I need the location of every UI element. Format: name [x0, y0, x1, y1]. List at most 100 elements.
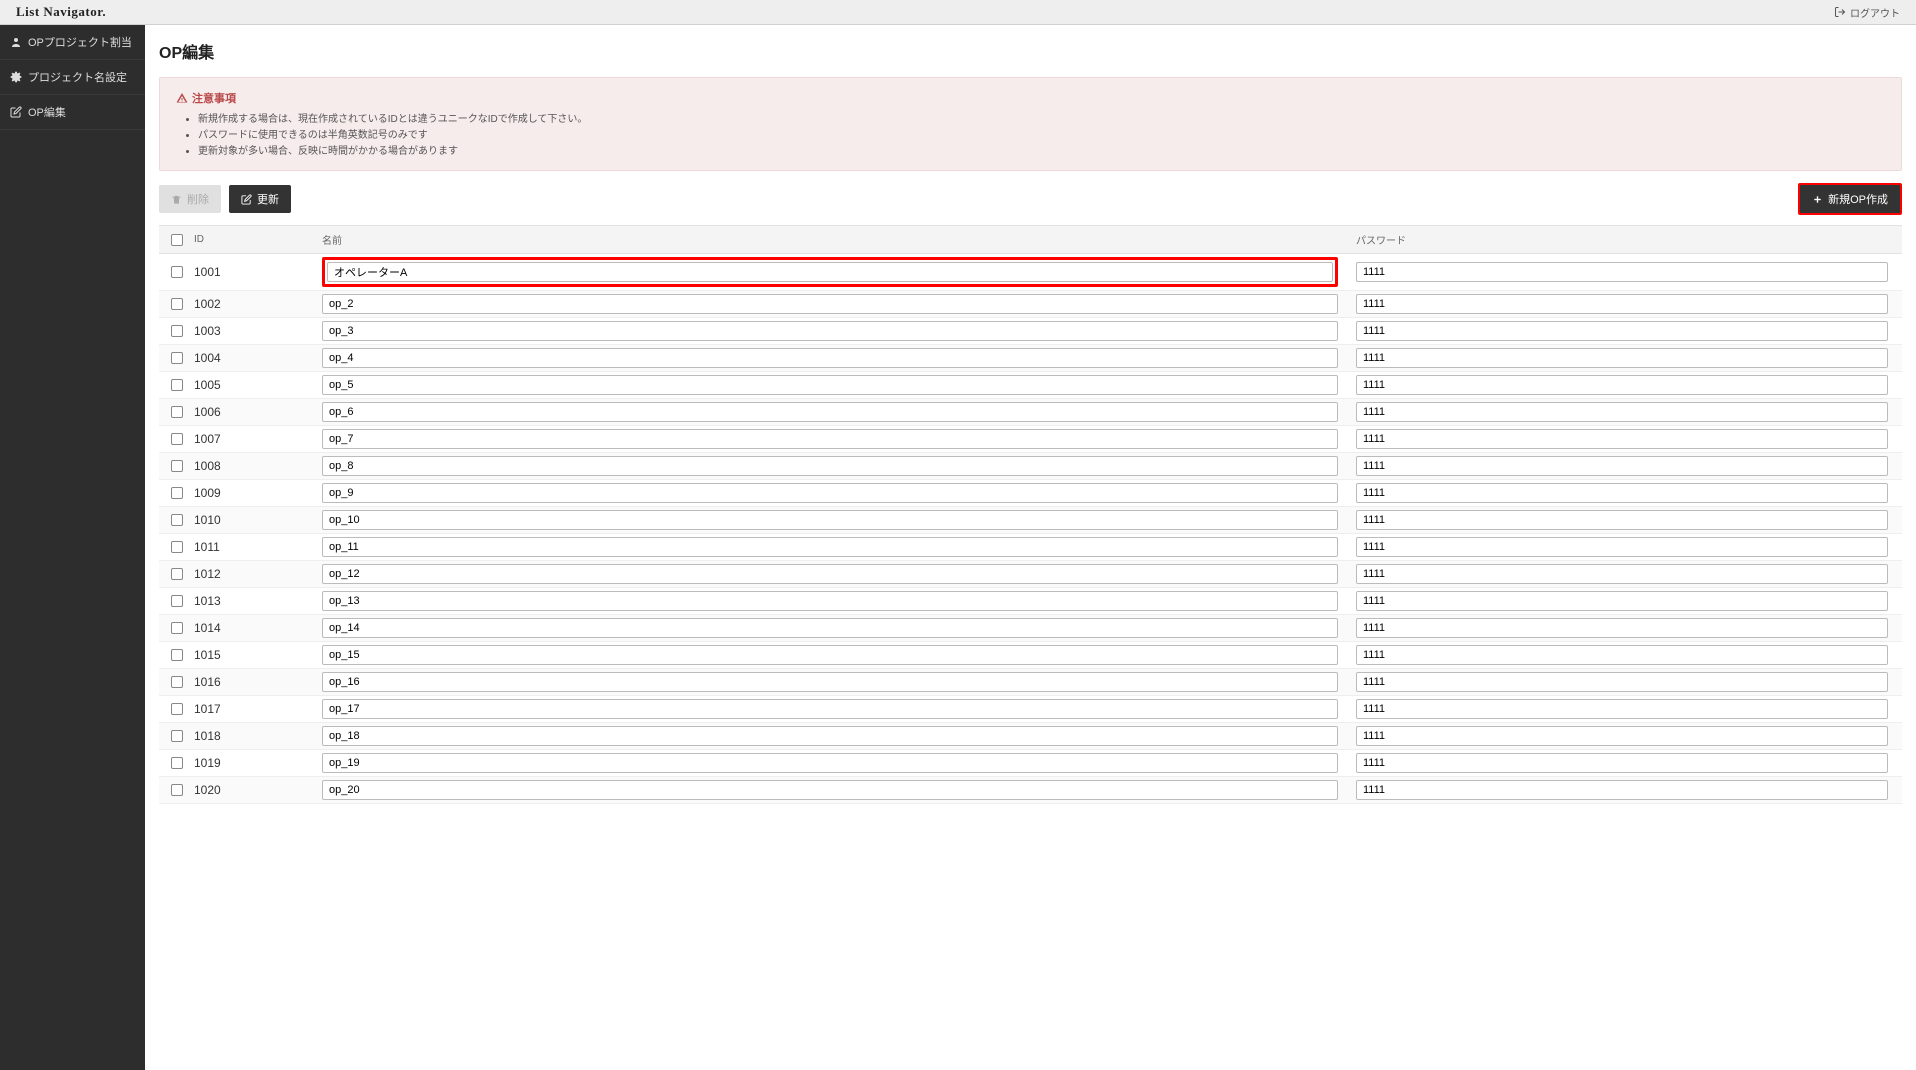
- sidebar-item-op-edit[interactable]: OP編集: [0, 95, 145, 130]
- password-input[interactable]: [1356, 672, 1888, 692]
- table-row: 1016: [159, 669, 1902, 696]
- sidebar: OPプロジェクト割当 プロジェクト名設定 OP編集: [0, 25, 145, 1070]
- password-input[interactable]: [1356, 645, 1888, 665]
- trash-icon: [171, 194, 182, 205]
- row-checkbox[interactable]: [171, 266, 183, 278]
- row-id: 1017: [194, 702, 322, 716]
- table-row: 1005: [159, 372, 1902, 399]
- row-checkbox[interactable]: [171, 649, 183, 661]
- create-op-button[interactable]: 新規OP作成: [1798, 183, 1902, 215]
- row-checkbox[interactable]: [171, 460, 183, 472]
- delete-button[interactable]: 削除: [159, 185, 221, 213]
- name-input[interactable]: [322, 456, 1338, 476]
- table-row: 1009: [159, 480, 1902, 507]
- row-checkbox[interactable]: [171, 325, 183, 337]
- password-input[interactable]: [1356, 375, 1888, 395]
- row-id: 1004: [194, 351, 322, 365]
- password-input[interactable]: [1356, 780, 1888, 800]
- name-input[interactable]: [322, 510, 1338, 530]
- row-checkbox[interactable]: [171, 784, 183, 796]
- row-checkbox[interactable]: [171, 298, 183, 310]
- table-row: 1011: [159, 534, 1902, 561]
- name-input[interactable]: [322, 321, 1338, 341]
- password-input[interactable]: [1356, 483, 1888, 503]
- toolbar: 削除 更新 新規OP作成: [159, 183, 1902, 215]
- name-input[interactable]: [322, 564, 1338, 584]
- password-input[interactable]: [1356, 321, 1888, 341]
- alert-title-row: 注意事項: [176, 90, 1885, 106]
- row-checkbox[interactable]: [171, 514, 183, 526]
- table-row: 1003: [159, 318, 1902, 345]
- main-content: OP編集 注意事項 新規作成する場合は、現在作成されているIDとは違うユニークな…: [145, 25, 1916, 1070]
- password-input[interactable]: [1356, 618, 1888, 638]
- row-checkbox[interactable]: [171, 703, 183, 715]
- password-input[interactable]: [1356, 429, 1888, 449]
- password-input[interactable]: [1356, 564, 1888, 584]
- password-input[interactable]: [1356, 591, 1888, 611]
- password-input[interactable]: [1356, 537, 1888, 557]
- table-row: 1015: [159, 642, 1902, 669]
- password-input[interactable]: [1356, 456, 1888, 476]
- row-id: 1018: [194, 729, 322, 743]
- name-input[interactable]: [322, 348, 1338, 368]
- name-input[interactable]: [322, 483, 1338, 503]
- password-input[interactable]: [1356, 699, 1888, 719]
- sidebar-item-op-project-assign[interactable]: OPプロジェクト割当: [0, 25, 145, 60]
- table-row: 1014: [159, 615, 1902, 642]
- row-id: 1011: [194, 540, 322, 554]
- row-checkbox[interactable]: [171, 433, 183, 445]
- sidebar-item-label: OP編集: [28, 104, 66, 120]
- password-input[interactable]: [1356, 262, 1888, 282]
- name-input[interactable]: [322, 699, 1338, 719]
- name-input[interactable]: [322, 726, 1338, 746]
- password-input[interactable]: [1356, 726, 1888, 746]
- name-input[interactable]: [322, 618, 1338, 638]
- name-input[interactable]: [327, 262, 1333, 282]
- name-input[interactable]: [322, 537, 1338, 557]
- topbar: List Navigator. ログアウト: [0, 0, 1916, 25]
- name-input[interactable]: [322, 645, 1338, 665]
- sidebar-item-label: プロジェクト名設定: [28, 69, 127, 85]
- table-row: 1010: [159, 507, 1902, 534]
- password-input[interactable]: [1356, 348, 1888, 368]
- alert-line: 更新対象が多い場合、反映に時間がかかる場合があります: [198, 144, 1885, 160]
- update-button[interactable]: 更新: [229, 185, 291, 213]
- row-checkbox[interactable]: [171, 622, 183, 634]
- name-input[interactable]: [322, 294, 1338, 314]
- name-input[interactable]: [322, 375, 1338, 395]
- row-id: 1009: [194, 486, 322, 500]
- row-checkbox[interactable]: [171, 406, 183, 418]
- password-input[interactable]: [1356, 753, 1888, 773]
- name-input[interactable]: [322, 402, 1338, 422]
- name-input[interactable]: [322, 591, 1338, 611]
- password-input[interactable]: [1356, 294, 1888, 314]
- password-input[interactable]: [1356, 510, 1888, 530]
- password-input[interactable]: [1356, 402, 1888, 422]
- create-label: 新規OP作成: [1828, 191, 1888, 207]
- table-row: 1013: [159, 588, 1902, 615]
- row-checkbox[interactable]: [171, 487, 183, 499]
- row-checkbox[interactable]: [171, 352, 183, 364]
- logout-button[interactable]: ログアウト: [1834, 5, 1900, 20]
- row-id: 1008: [194, 459, 322, 473]
- table-row: 1020: [159, 777, 1902, 804]
- table-row: 1002: [159, 291, 1902, 318]
- select-all-checkbox[interactable]: [171, 234, 183, 246]
- table-row: 1012: [159, 561, 1902, 588]
- row-checkbox[interactable]: [171, 676, 183, 688]
- sidebar-item-label: OPプロジェクト割当: [28, 34, 132, 50]
- row-checkbox[interactable]: [171, 379, 183, 391]
- sidebar-item-project-name-settings[interactable]: プロジェクト名設定: [0, 60, 145, 95]
- row-checkbox[interactable]: [171, 757, 183, 769]
- name-input[interactable]: [322, 429, 1338, 449]
- row-id: 1014: [194, 621, 322, 635]
- name-input[interactable]: [322, 672, 1338, 692]
- name-input[interactable]: [322, 753, 1338, 773]
- table-row: 1018: [159, 723, 1902, 750]
- row-checkbox[interactable]: [171, 541, 183, 553]
- name-input[interactable]: [322, 780, 1338, 800]
- row-id: 1015: [194, 648, 322, 662]
- row-checkbox[interactable]: [171, 568, 183, 580]
- row-checkbox[interactable]: [171, 595, 183, 607]
- row-checkbox[interactable]: [171, 730, 183, 742]
